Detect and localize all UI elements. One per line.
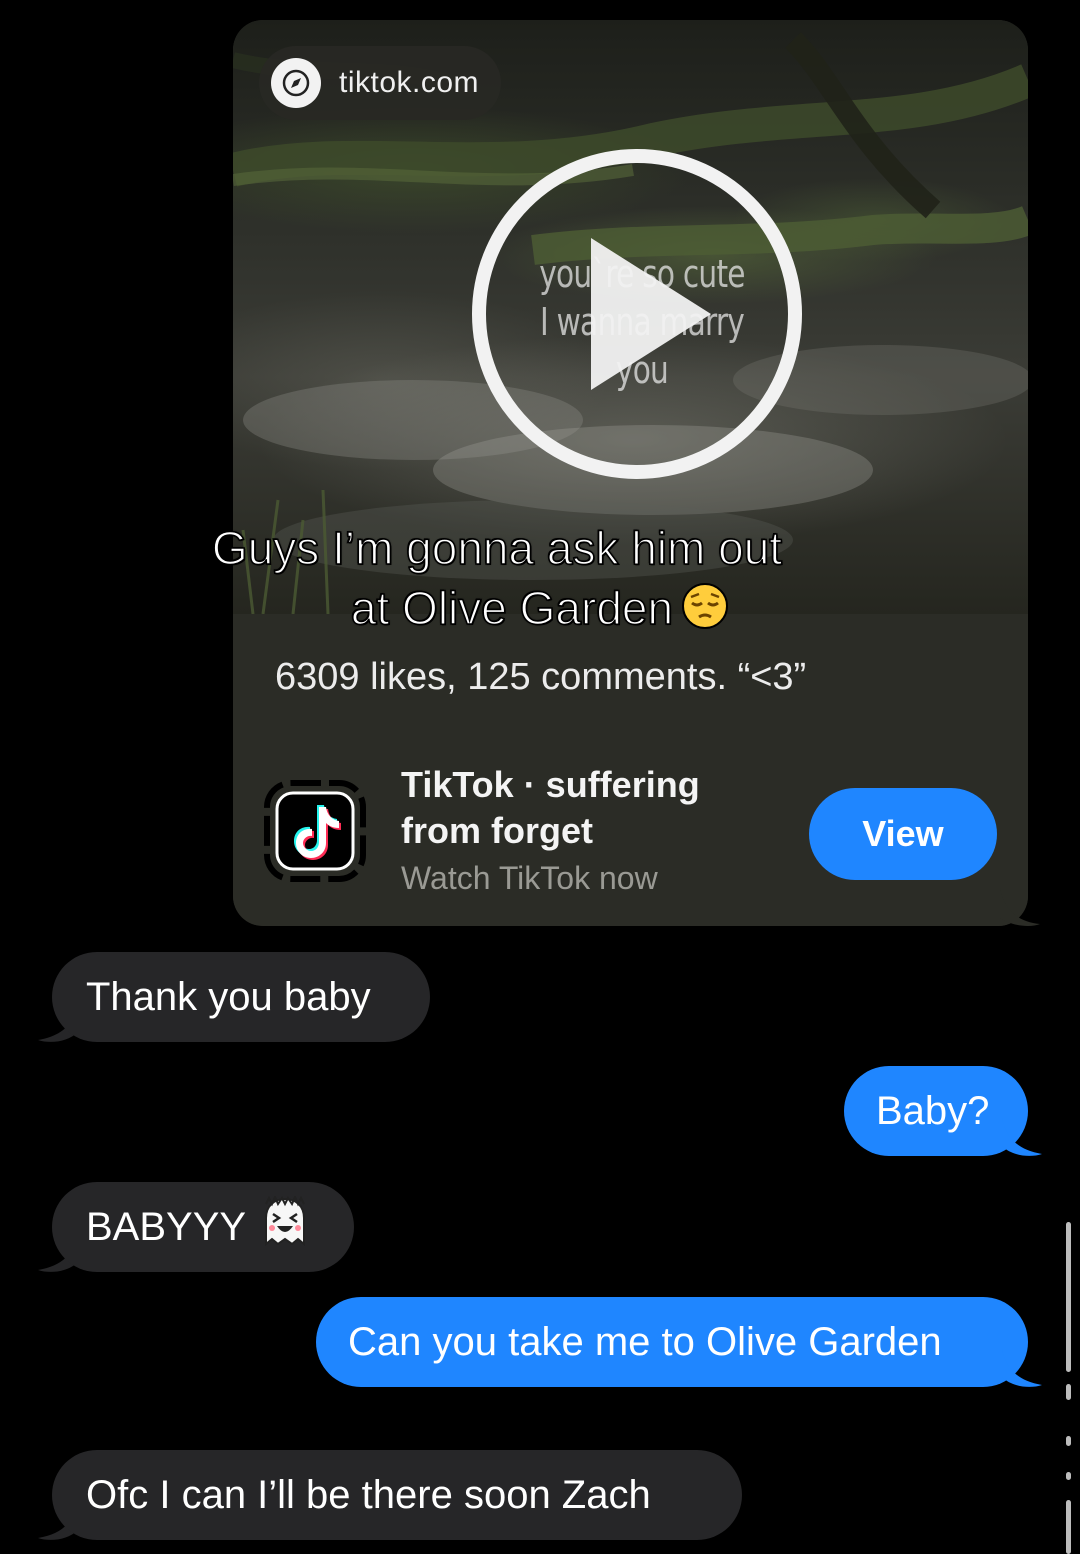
domain-pill[interactable]: tiktok.com (259, 46, 502, 120)
bubble-tail (1000, 888, 1040, 926)
message-text: Thank you baby (86, 975, 371, 1019)
scroll-indicator[interactable] (1066, 1222, 1071, 1372)
message-text: Can you take me to Olive Garden (348, 1320, 942, 1364)
message-bubble-incoming[interactable]: Thank you baby (52, 952, 430, 1042)
overlay-caption-line2: at Olive Garden (350, 581, 674, 635)
message-bubble-outgoing[interactable]: Can you take me to Olive Garden (316, 1297, 1028, 1387)
overlay-caption-line1: Guys I’m gonna ask him out (211, 521, 783, 575)
app-subtitle: Watch TikTok now (401, 860, 658, 896)
scroll-indicator-tick (1066, 1384, 1071, 1400)
domain-label: tiktok.com (339, 66, 480, 99)
message-text: Ofc I can I’ll be there soon Zach (86, 1473, 651, 1517)
pensive-face-emoji (682, 583, 729, 629)
message-bubble-outgoing[interactable]: Baby? (844, 1066, 1028, 1156)
card-meta: 6309 likes, 125 comments. “<3” TikTok · … (233, 614, 1028, 926)
play-icon[interactable] (467, 144, 807, 484)
bubble-tail (1002, 1118, 1042, 1156)
view-button[interactable]: View (809, 788, 997, 880)
bubble-tail (1002, 1349, 1042, 1387)
scroll-indicator-tick (1066, 1500, 1071, 1554)
message-bubble-incoming[interactable]: BABYYY (52, 1182, 354, 1272)
message-text: Baby? (876, 1089, 990, 1133)
message-bubble-incoming[interactable]: Ofc I can I’ll be there soon Zach (52, 1450, 742, 1540)
tiktok-icon (264, 780, 366, 882)
scroll-indicator-tick (1066, 1436, 1071, 1446)
compass-icon (271, 58, 321, 108)
scroll-indicator-tick (1066, 1472, 1071, 1480)
app-title: TikTok · suffering from forget (401, 764, 700, 851)
message-text: BABYYY (86, 1205, 247, 1249)
ghost-emoji (265, 1196, 306, 1247)
tiktok-link-preview[interactable]: tiktok.com you`re so cute I wanna marry … (233, 20, 1028, 926)
overlay-caption: Guys I’m gonna ask him out at Olive Gard… (150, 518, 930, 638)
stats-text: 6309 likes, 125 comments. “<3” (275, 656, 807, 698)
